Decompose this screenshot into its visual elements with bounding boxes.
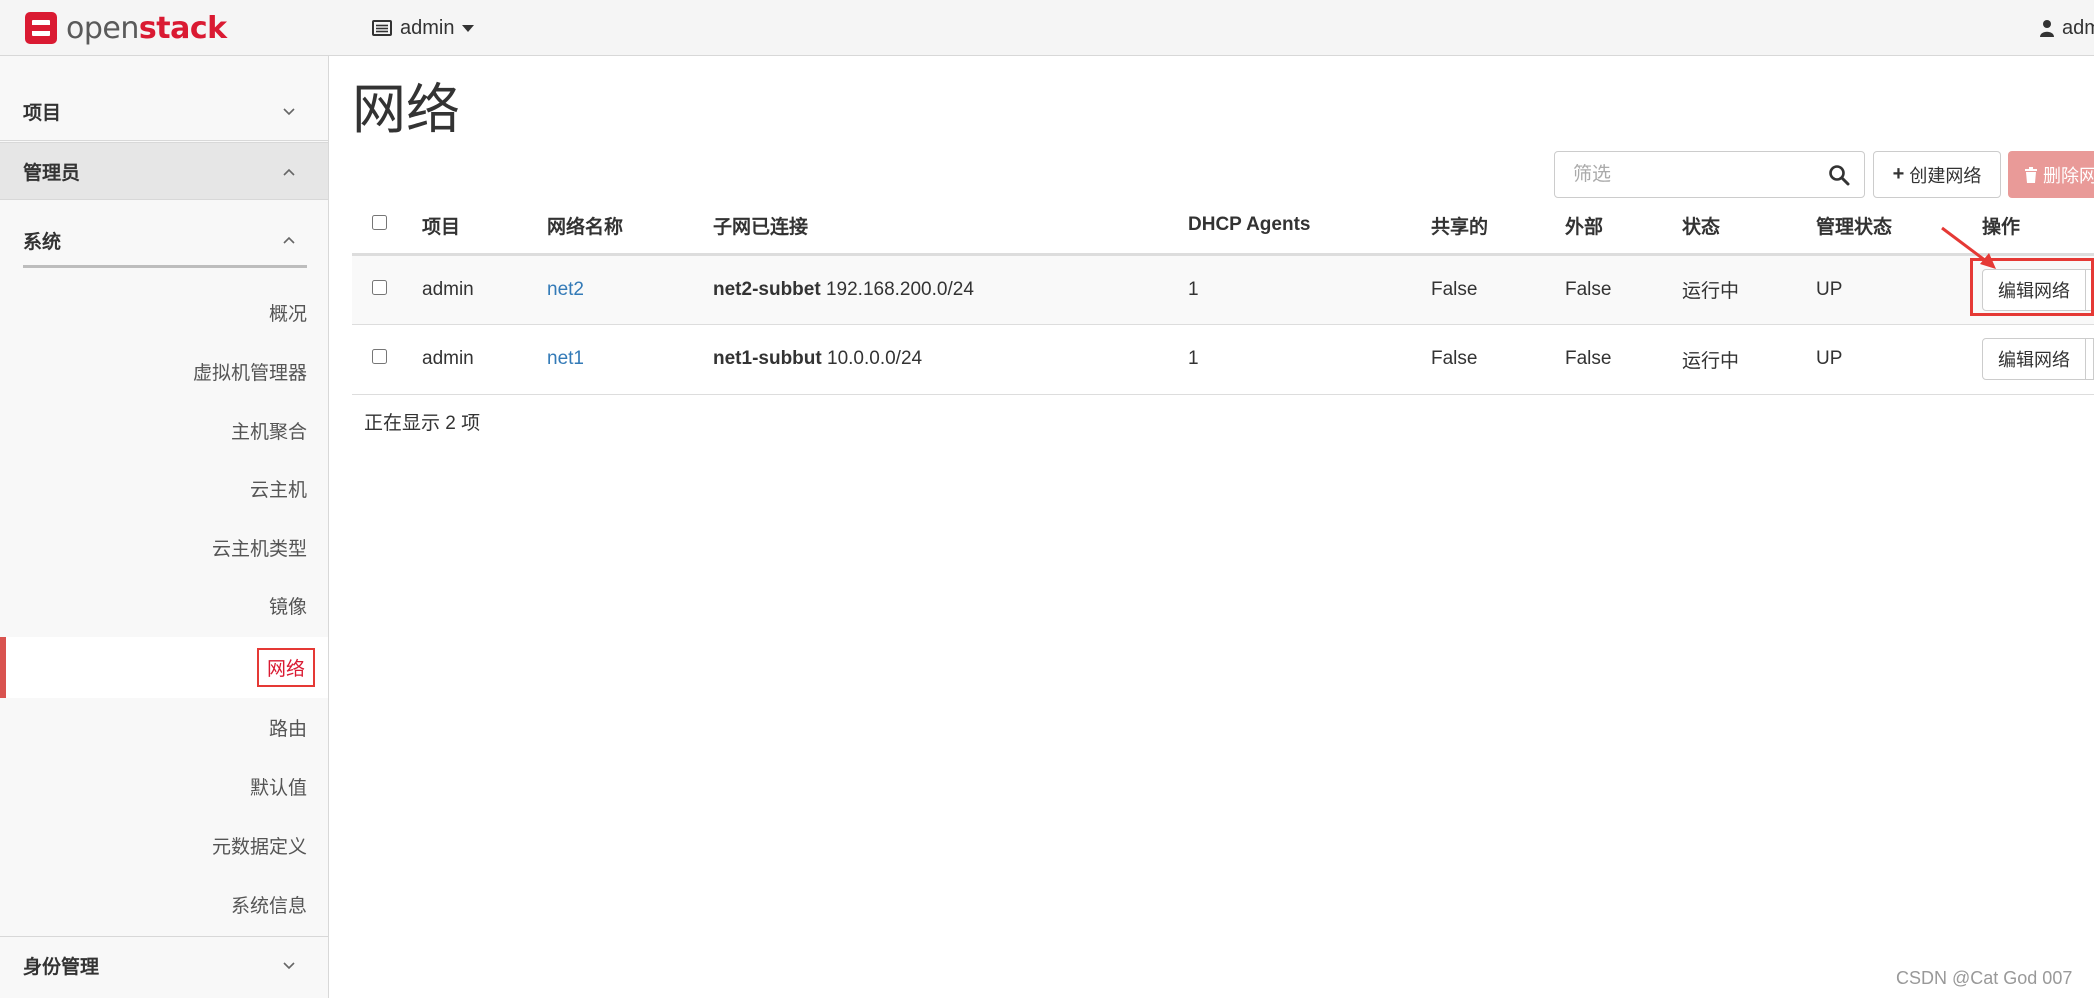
column-header[interactable]: 状态 — [1682, 198, 1816, 254]
sidebar-item-label: 主机聚合 — [230, 421, 307, 443]
cell-subnets: net1-subbut 10.0.0.0/24 — [713, 324, 1188, 394]
user-icon — [2040, 20, 2054, 37]
subsection-underline — [23, 265, 307, 268]
sidebar-item-routers[interactable]: 路由 — [0, 707, 328, 747]
sidebar-item-label: 概况 — [268, 303, 307, 325]
networks-table: 项目 网络名称 子网已连接 DHCP Agents 共享的 外部 状态 管理状态… — [352, 198, 2094, 395]
cell-dhcp-agents: 1 — [1188, 278, 1199, 300]
column-header[interactable]: 外部 — [1565, 198, 1682, 254]
annotation-highlight-box — [1970, 258, 2094, 316]
sidebar-item-flavors[interactable]: 云主机类型 — [0, 527, 328, 567]
sidebar-item-label: 默认值 — [249, 777, 307, 799]
sidebar-item-metadata[interactable]: 元数据定义 — [0, 825, 328, 865]
sidebar-item-system-info[interactable]: 系统信息 — [0, 884, 328, 924]
subnet-name: net2-subbet — [713, 278, 821, 300]
openstack-logo-icon — [25, 12, 57, 44]
subnet-cidr: 192.168.200.0/24 — [825, 278, 974, 300]
cell-external: False — [1565, 278, 1612, 300]
page-title: 网络 — [352, 80, 460, 140]
sidebar-item-label: 元数据定义 — [211, 836, 307, 858]
sidebar-item-label: 云主机 — [249, 479, 307, 501]
sidebar-section-project[interactable]: 项目 — [0, 83, 328, 141]
sidebar-item-images[interactable]: 镜像 — [0, 585, 328, 625]
chevron-up-icon — [283, 168, 295, 176]
plus-icon: + — [1892, 163, 1905, 185]
create-network-button[interactable]: + 创建网络 — [1873, 151, 2001, 198]
network-name-link[interactable]: net2 — [547, 279, 584, 300]
item-count: 正在显示 2 项 — [364, 413, 481, 434]
create-network-label: 创建网络 — [1909, 165, 1982, 186]
sidebar-item-label: 网络 — [256, 648, 315, 687]
sidebar-subsection-system[interactable]: 系统 — [0, 208, 328, 272]
sidebar: 项目 管理员 系统 概况 虚拟机管理器 主机聚合 云主机 云主机类型 镜像 网络… — [0, 56, 329, 998]
sidebar-item-hypervisors[interactable]: 虚拟机管理器 — [0, 351, 328, 391]
column-header[interactable]: DHCP Agents — [1188, 198, 1431, 254]
cell-dhcp-agents: 1 — [1188, 348, 1199, 369]
sidebar-item-label: 镜像 — [268, 596, 307, 618]
server-list-icon — [372, 20, 392, 36]
column-header[interactable]: 子网已连接 — [713, 198, 1188, 254]
sidebar-section-identity[interactable]: 身份管理 — [0, 936, 328, 994]
project-name: admin — [400, 16, 455, 39]
sidebar-item-networks[interactable]: 网络 — [0, 637, 328, 698]
subnet-name: net1-subbut — [713, 348, 822, 369]
openstack-logo[interactable]: openstack — [24, 9, 227, 47]
caret-down-icon — [462, 24, 475, 32]
row-checkbox[interactable] — [372, 279, 387, 295]
filter-box — [1554, 151, 1865, 198]
column-header[interactable]: 共享的 — [1431, 198, 1565, 254]
sidebar-item-overview[interactable]: 概况 — [0, 292, 328, 332]
cell-shared: False — [1431, 348, 1478, 369]
chevron-down-icon — [283, 962, 295, 970]
user-name: adm — [2062, 16, 2094, 39]
sidebar-item-instances[interactable]: 云主机 — [0, 468, 328, 508]
delete-networks-label: 删除网络 — [2043, 165, 2094, 186]
filter-input[interactable] — [1571, 162, 1815, 187]
sidebar-section-label: 身份管理 — [23, 957, 100, 978]
sidebar-section-label: 管理员 — [23, 162, 81, 184]
cell-admin-state: UP — [1816, 348, 1843, 369]
sidebar-item-defaults[interactable]: 默认值 — [0, 766, 328, 806]
sidebar-item-label: 云主机类型 — [211, 538, 307, 560]
sidebar-item-label: 虚拟机管理器 — [192, 362, 307, 384]
cell-status: 运行中 — [1682, 281, 1740, 302]
chevron-down-icon — [283, 108, 295, 116]
sidebar-subsection-label: 系统 — [23, 231, 62, 253]
sidebar-section-admin[interactable]: 管理员 — [0, 142, 328, 200]
subnet-cidr: 10.0.0.0/24 — [827, 348, 923, 369]
cell-shared: False — [1431, 278, 1478, 300]
network-name-link[interactable]: net1 — [547, 348, 584, 369]
logo-text: openstack — [66, 10, 227, 46]
sidebar-section-label: 项目 — [23, 103, 62, 124]
table-header-row: 项目 网络名称 子网已连接 DHCP Agents 共享的 外部 状态 管理状态… — [352, 198, 2094, 254]
watermark: CSDN @Cat God 007 — [1896, 968, 2073, 988]
user-menu[interactable]: adm — [2040, 14, 2094, 42]
sidebar-item-label: 路由 — [268, 718, 307, 740]
chevron-up-icon — [283, 236, 295, 244]
row-checkbox[interactable] — [372, 349, 387, 364]
sidebar-item-label: 系统信息 — [230, 895, 307, 917]
row-actions-dropdown-toggle[interactable] — [2086, 338, 2094, 380]
table-row: admin net2 net2-subbet 192.168.200.0/24 … — [352, 254, 2094, 324]
cell-project: admin — [422, 278, 474, 300]
trash-icon — [2025, 166, 2037, 183]
cell-project: admin — [422, 348, 474, 369]
search-icon[interactable] — [1828, 164, 1850, 186]
sidebar-item-host-aggregates[interactable]: 主机聚合 — [0, 410, 328, 450]
cell-status: 运行中 — [1682, 350, 1740, 372]
cell-subnets: net2-subbet 192.168.200.0/24 — [713, 254, 1188, 324]
cell-external: False — [1565, 348, 1612, 369]
delete-networks-button[interactable]: 删除网络 — [2008, 151, 2094, 198]
table-row: admin net1 net1-subbut 10.0.0.0/24 1 Fal… — [352, 324, 2094, 394]
edit-network-button[interactable]: 编辑网络 — [1982, 338, 2086, 380]
column-header[interactable]: 项目 — [422, 198, 547, 254]
top-navbar: openstack admin adm — [0, 0, 2094, 56]
project-selector[interactable]: admin — [372, 14, 475, 42]
select-all-checkbox[interactable] — [372, 215, 387, 231]
column-header[interactable]: 网络名称 — [547, 198, 713, 254]
